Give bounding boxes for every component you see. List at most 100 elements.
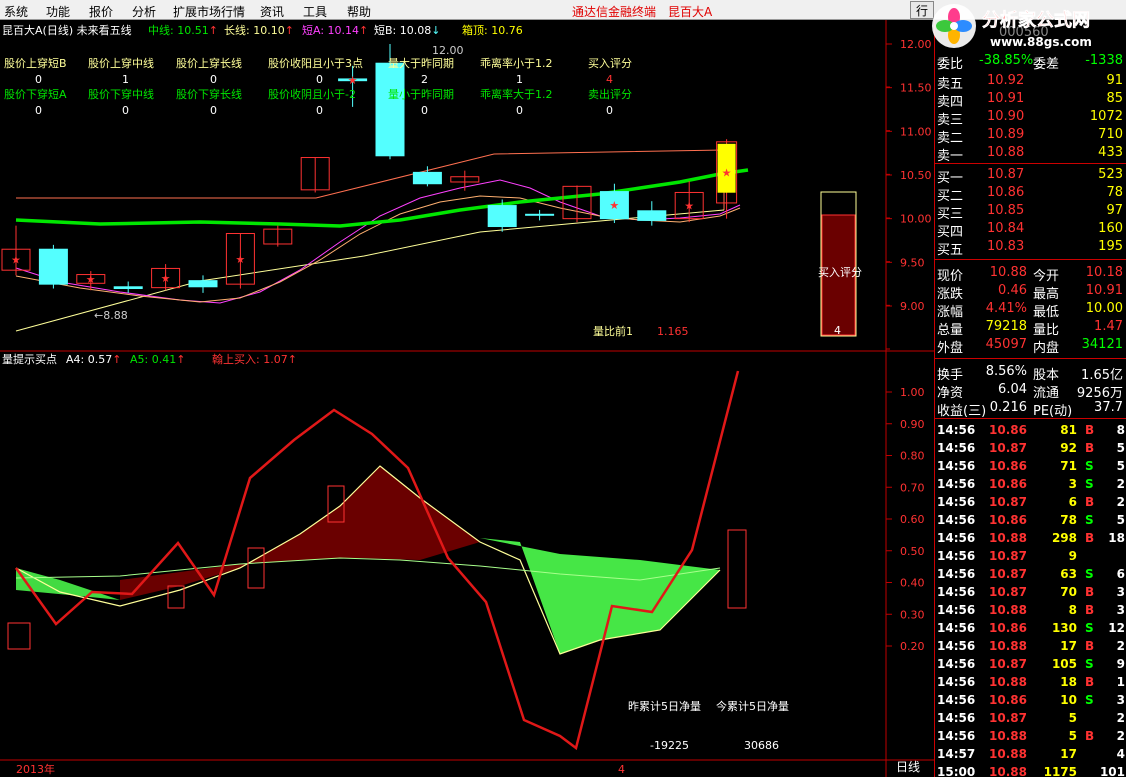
tick-time: 14:56 — [937, 531, 976, 545]
menu-item-system[interactable]: 系统 — [4, 3, 28, 20]
menu-item-news[interactable]: 资讯 — [260, 3, 284, 20]
tick-side: S — [1085, 567, 1094, 581]
sell-volume: 85 — [1106, 91, 1123, 106]
menu-item-quote[interactable]: 报价 — [89, 3, 113, 20]
stat-value2: 10.91 — [1085, 283, 1123, 298]
stat2-row: 净资 6.04 流通 9256万 — [935, 381, 1126, 401]
tick-count: 2 — [1116, 477, 1125, 491]
price-axis-label: 9.00 — [900, 300, 925, 313]
candle-star: ★ — [348, 74, 358, 87]
tick-row: 14:56 10.86 10 S 3 — [935, 692, 1126, 710]
stock-title: 昆百大A — [668, 5, 713, 19]
year-label: 2013年 — [16, 763, 55, 776]
chart-canvas: 12.0011.5011.0010.5010.009.509.001.000.9… — [0, 20, 934, 777]
signal-label-down-6: 卖出评分 — [588, 88, 632, 101]
tick-price: 10.88 — [989, 765, 1027, 777]
price-axis-label: 11.50 — [900, 82, 932, 95]
tick-price: 10.87 — [989, 657, 1027, 671]
tick-count: 6 — [1116, 567, 1125, 581]
menu-item-function[interactable]: 功能 — [46, 3, 70, 20]
net-value-yesterday: -19225 — [650, 739, 689, 752]
tick-volume: 5 — [1068, 729, 1077, 743]
stats-divider — [935, 358, 1126, 359]
net-value-today: 30686 — [744, 739, 779, 752]
tick-volume: 78 — [1060, 513, 1077, 527]
tick-time: 14:56 — [937, 495, 976, 509]
buy-label: 买五 — [937, 243, 964, 258]
tick-row: 14:56 10.88 8 B 3 — [935, 602, 1126, 620]
tick-time: 14:56 — [937, 603, 976, 617]
tick-row: 14:56 10.87 6 B 2 — [935, 494, 1126, 512]
tick-side: B — [1085, 531, 1095, 545]
tick-row: 14:56 10.86 71 S 5 — [935, 458, 1126, 476]
stat2-label2: PE(动) — [1033, 404, 1073, 419]
price-axis-label: 10.50 — [900, 169, 932, 182]
lower-candle — [247, 547, 265, 589]
lower-candle — [727, 529, 747, 609]
bottom-count: 4 — [618, 763, 625, 776]
sell-volume: 433 — [1098, 145, 1123, 160]
tick-time: 14:56 — [937, 441, 976, 455]
tick-count: 12 — [1108, 621, 1125, 635]
tick-time: 14:56 — [937, 639, 976, 653]
signal-value-up-1: 1 — [122, 73, 129, 86]
signal-value-down-6: 0 — [606, 104, 613, 117]
sell-row: 卖四 10.91 85 — [935, 90, 1126, 110]
signal-value-down-5: 0 — [516, 104, 523, 117]
chart-area: 12.00 11.50 11.00 10.50 10.00 9.50 9.00 1.00 0.9… — [0, 20, 934, 777]
tick-count: 5 — [1116, 441, 1125, 455]
tick-volume: 9 — [1068, 549, 1077, 563]
candle-star: ★ — [722, 166, 732, 179]
lower-axis-label: 0.60 — [900, 513, 925, 526]
lower-axis-label: 1.00 — [900, 386, 925, 399]
menu-item-analysis[interactable]: 分析 — [132, 3, 156, 20]
tick-time: 14:56 — [937, 423, 976, 437]
tick-count: 8 — [1116, 423, 1125, 437]
menu-item-ext-market[interactable]: 扩展市场行情 — [173, 3, 245, 20]
tick-side: B — [1085, 585, 1095, 599]
menu-item-help[interactable]: 帮助 — [347, 3, 371, 20]
signal-value-down-2: 0 — [210, 104, 217, 117]
tick-time: 14:56 — [937, 459, 976, 473]
tick-count: 18 — [1108, 531, 1125, 545]
buy-volume: 160 — [1098, 221, 1123, 236]
app-title: 通达信金融终端 — [572, 5, 657, 19]
tick-row: 14:56 10.87 92 B 5 — [935, 440, 1126, 458]
sell-price: 10.91 — [987, 91, 1025, 106]
buy-price: 10.85 — [987, 203, 1025, 218]
candle-star: ★ — [609, 199, 619, 212]
signal-label-down-0: 股价下穿短A — [4, 88, 67, 101]
lower-candle — [7, 622, 31, 650]
tick-time: 15:00 — [937, 765, 976, 777]
buy-score-label: 买入评分 — [818, 266, 862, 279]
stat2-value2: 37.7 — [1094, 400, 1123, 415]
tick-row: 14:56 10.88 18 B 1 — [935, 674, 1126, 692]
period-tab[interactable]: 日线 — [896, 761, 920, 774]
menu-item-tools[interactable]: 工具 — [303, 3, 327, 20]
tick-side: S — [1085, 657, 1094, 671]
logo-icon: 分析家公式网 www.88gs.com — [932, 4, 1092, 49]
buy-row: 买三 10.85 97 — [935, 202, 1126, 222]
tick-count: 3 — [1116, 585, 1125, 599]
tick-count: 2 — [1116, 711, 1125, 725]
lower-axis-label: 0.80 — [900, 450, 925, 463]
stat-row: 外盘 45097 内盘 34121 — [935, 336, 1126, 356]
tick-row: 14:56 10.88 5 B 2 — [935, 728, 1126, 746]
signal-label-up-3: 股价收阳且小于3点 — [268, 57, 363, 70]
lower-indicator-name: 量提示买点 — [2, 353, 57, 366]
tick-volume: 92 — [1060, 441, 1077, 455]
price-axis-label: 9.50 — [900, 256, 925, 269]
signal-label-up-4: 量大于昨同期 — [388, 57, 454, 70]
lower-axis-label: 0.90 — [900, 418, 925, 431]
candle-star: ★ — [161, 272, 171, 285]
site-logo: 分析家公式网 www.88gs.com — [924, 0, 1126, 56]
lower-axis-label: 0.40 — [900, 577, 925, 590]
tick-volume: 130 — [1051, 621, 1077, 635]
stat-label: 外盘 — [937, 341, 964, 356]
candle-body — [637, 210, 667, 221]
stat2-value: 8.56% — [985, 364, 1027, 379]
tick-count: 101 — [1099, 765, 1125, 777]
stat-row: 现价 10.88 今开 10.18 — [935, 264, 1126, 284]
tick-side: B — [1085, 729, 1095, 743]
tick-row: 14:56 10.87 9 — [935, 548, 1126, 566]
